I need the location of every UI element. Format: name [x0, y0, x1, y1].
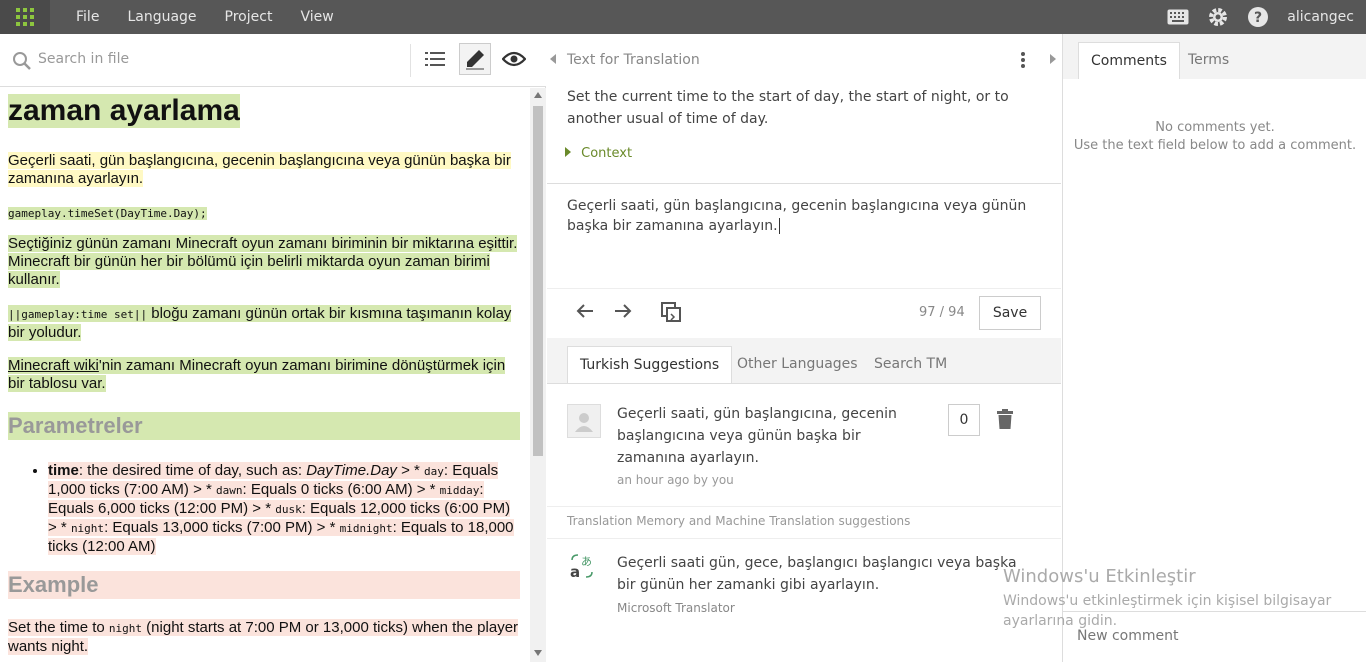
list-item[interactable]: time: the desired time of day, such as: … [48, 462, 520, 556]
triangle-right-icon [565, 147, 571, 157]
search-input[interactable]: Search in file [38, 51, 129, 67]
topbar-right: ? alicangec [1167, 0, 1354, 34]
tab-turkish-suggestions[interactable]: Turkish Suggestions [567, 346, 733, 383]
arrow-left-icon[interactable] [575, 301, 595, 321]
context-label: Context [581, 146, 633, 161]
editor-toolbar: 97 / 94 Save [547, 289, 1061, 337]
user-name[interactable]: alicangec [1287, 9, 1354, 25]
comments-tabs: Comments Terms [1063, 34, 1366, 79]
svg-text:?: ? [1254, 10, 1262, 26]
tab-terms[interactable]: Terms [1176, 42, 1241, 79]
minecraft-wiki-link[interactable]: Minecraft wiki [8, 357, 99, 374]
translation-pane: Text for Translation Set the current tim… [547, 34, 1061, 662]
suggestion-text[interactable]: Geçerli saati, gün başlangıcına, gecenin… [617, 403, 927, 469]
svg-text:あ: あ [581, 555, 592, 568]
divider [547, 383, 1061, 384]
keyboard-icon[interactable] [1167, 9, 1189, 25]
menu-file[interactable]: File [76, 9, 99, 25]
no-comments-message: No comments yet. Use the text field belo… [1073, 120, 1357, 153]
preview-mode-button[interactable] [498, 43, 530, 75]
menu-project[interactable]: Project [225, 9, 273, 25]
save-button[interactable]: Save [979, 296, 1041, 330]
arrow-right-icon[interactable] [613, 301, 633, 321]
suggestion-meta: an hour ago by you [617, 473, 734, 487]
doc-paragraph-3[interactable]: ||gameplay:time set|| bloğu zamanı günün… [8, 305, 520, 342]
divider [547, 506, 1061, 507]
document-preview: zaman ayarlama Geçerli saati, gün başlan… [0, 88, 530, 662]
machine-translation-icon: a あ [570, 554, 593, 579]
search-icon [12, 51, 32, 75]
parameters-list: time: the desired time of day, such as: … [48, 462, 520, 556]
doc-paragraph-1[interactable]: Geçerli saati, gün başlangıcına, gecenin… [8, 152, 520, 188]
top-bar: File Language Project View ? alicangec [0, 0, 1366, 34]
avatar [567, 404, 601, 438]
menu-language[interactable]: Language [127, 9, 196, 25]
svg-text:a: a [570, 563, 580, 579]
source-text: Set the current time to the start of day… [567, 89, 1009, 127]
doc-paragraph-2[interactable]: Seçtiğiniz günün zamanı Minecraft oyun z… [8, 235, 520, 289]
document-pane: Search in file zaman ayarlama Geçerli sa… [0, 34, 546, 662]
copy-source-icon[interactable] [660, 301, 682, 323]
eye-icon [502, 51, 526, 67]
more-options-icon[interactable] [1021, 52, 1025, 68]
mt-suggestion-text[interactable]: Geçerli saati gün, gece, başlangıcı başl… [617, 552, 1017, 596]
doc-heading: zaman ayarlama [8, 94, 240, 128]
tab-comments[interactable]: Comments [1078, 42, 1180, 79]
divider [547, 538, 1061, 539]
doc-heading-parameters: Parametreler [8, 412, 520, 440]
apps-grid-icon[interactable] [0, 0, 50, 34]
pencil-icon [466, 50, 484, 70]
doc-paragraph-example[interactable]: Set the time to night (night starts at 7… [8, 619, 520, 656]
translation-editor[interactable]: Geçerli saati, gün başlangıcına, gecenin… [567, 196, 1047, 236]
search-bar: Search in file [0, 34, 546, 87]
source-header: Text for Translation [547, 34, 1061, 86]
context-toggle[interactable]: Context [565, 146, 632, 161]
text-cursor [778, 218, 780, 234]
doc-paragraph-4[interactable]: Minecraft wiki'nin zamanı Minecraft oyun… [8, 357, 520, 393]
character-counter: 97 / 94 [919, 305, 965, 320]
tab-search-tm[interactable]: Search TM [862, 346, 959, 383]
scroll-down-icon [534, 650, 542, 656]
divider [547, 183, 1061, 184]
source-title: Text for Translation [567, 52, 700, 68]
doc-code-line[interactable]: gameplay.timeSet(DayTime.Day); [8, 204, 520, 223]
suggestion-tabs: Turkish Suggestions Other Languages Sear… [547, 338, 1061, 383]
tab-other-languages[interactable]: Other Languages [725, 346, 870, 383]
vote-count[interactable]: 0 [948, 404, 980, 436]
edit-mode-button[interactable] [459, 43, 491, 75]
list-icon [425, 52, 445, 66]
doc-heading-example: Example [8, 571, 520, 599]
tm-section-title: Translation Memory and Machine Translati… [567, 514, 911, 528]
mt-source: Microsoft Translator [617, 601, 735, 615]
windows-activation-watermark: Windows'u Etkinleştir Windows'u etkinleş… [1003, 566, 1332, 629]
menu-view[interactable]: View [300, 9, 333, 25]
help-icon[interactable]: ? [1247, 6, 1269, 28]
main-menu: File Language Project View [76, 0, 362, 34]
scrollbar-thumb[interactable] [533, 106, 543, 456]
toolbar-divider [410, 44, 411, 77]
user-avatar-icon [575, 413, 593, 432]
scroll-up-icon [534, 92, 542, 98]
trash-icon[interactable] [997, 409, 1013, 429]
gear-icon[interactable] [1207, 6, 1229, 28]
list-view-button[interactable] [419, 43, 451, 75]
document-scrollbar[interactable] [530, 88, 546, 662]
